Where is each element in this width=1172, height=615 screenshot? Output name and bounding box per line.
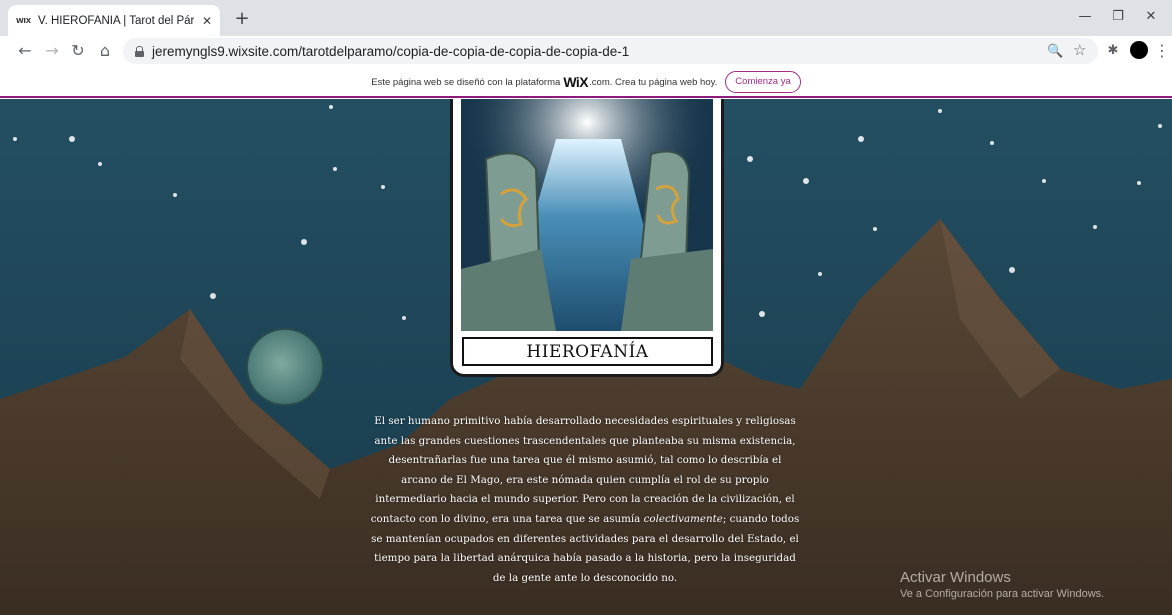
body-paragraph: El ser humano primitivo había desarrolla… [370, 412, 800, 588]
wix-logo: WiX [563, 74, 589, 90]
tarot-card[interactable]: HIEROFANÍA [450, 99, 724, 377]
card-title-box: HIEROFANÍA [462, 337, 713, 366]
bookmark-star-icon[interactable]: ☆ [1073, 41, 1086, 59]
extensions-icon[interactable]: ✱ [1102, 40, 1124, 62]
new-tab-icon[interactable]: + [231, 8, 253, 30]
minimize-icon[interactable]: — [1075, 7, 1095, 27]
lock-icon[interactable] [135, 45, 144, 57]
url-text[interactable]: jeremyngls9.wixsite.com/tarotdelparamo/c… [152, 44, 629, 59]
back-icon[interactable]: ← [14, 40, 36, 62]
forward-icon[interactable]: → [41, 40, 63, 62]
card-title: HIEROFANÍA [526, 342, 649, 362]
wix-banner-text-suffix: .com. Crea tu página web hoy. [589, 76, 718, 88]
home-icon[interactable]: ⌂ [94, 40, 116, 62]
body-text-italic: colectivamente [643, 512, 723, 525]
reload-icon[interactable]: ↻ [67, 40, 89, 62]
tab-strip: WIX V. HIEROFANÍA | Tarot del Páram ✕ + … [0, 0, 1172, 36]
profile-avatar[interactable] [1130, 41, 1148, 59]
zoom-icon[interactable]: 🔍 [1047, 44, 1063, 59]
watermark-title: Activar Windows [900, 569, 1011, 586]
wix-banner-text: Este página web se diseñó con la platafo… [371, 76, 561, 88]
page-content: HIEROFANÍA El ser humano primitivo había… [0, 99, 1172, 615]
restore-icon[interactable]: ❐ [1108, 7, 1128, 27]
browser-toolbar: ← → ↻ ⌂ jeremyngls9.wixsite.com/tarotdel… [0, 36, 1172, 68]
wix-favicon-icon: WIX [16, 16, 31, 25]
browser-tab[interactable]: WIX V. HIEROFANÍA | Tarot del Páram ✕ [8, 5, 220, 36]
card-illustration [461, 99, 713, 331]
close-window-icon[interactable]: ✕ [1141, 7, 1161, 27]
start-now-button[interactable]: Comienza ya [725, 71, 801, 93]
tab-close-icon[interactable]: ✕ [202, 14, 212, 28]
body-text-part-1: El ser humano primitivo había desarrolla… [370, 415, 796, 525]
address-bar[interactable]: jeremyngls9.wixsite.com/tarotdelparamo/c… [123, 38, 1098, 64]
windows-activation-watermark: Activar Windows Ve a Configuración para … [900, 569, 1104, 600]
watermark-subtitle: Ve a Configuración para activar Windows. [900, 588, 1105, 600]
chrome-menu-icon[interactable]: ⋮ [1154, 40, 1170, 62]
wix-banner: Este página web se diseñó con la platafo… [0, 68, 1172, 98]
tab-title: V. HIEROFANÍA | Tarot del Páram [38, 14, 194, 27]
